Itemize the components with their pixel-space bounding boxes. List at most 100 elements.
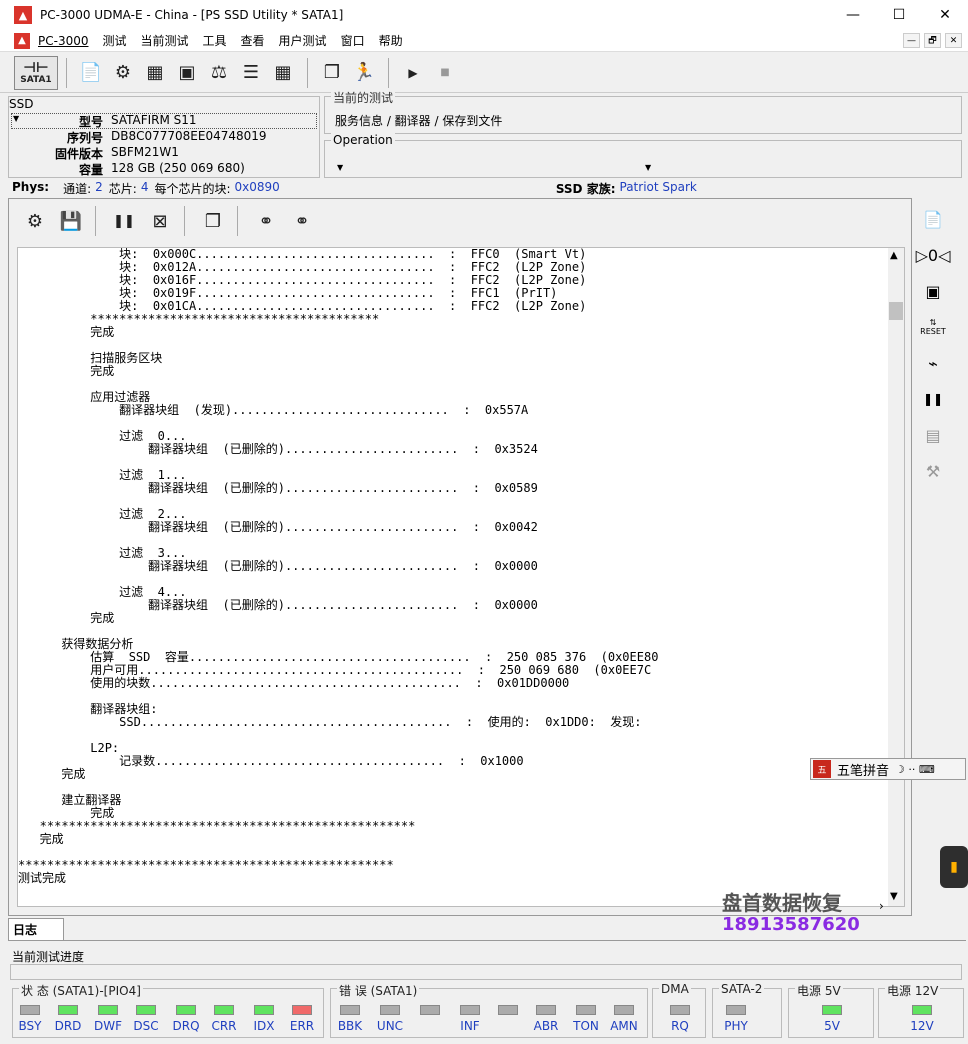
run-person-icon[interactable]: 🏃 xyxy=(348,57,380,89)
menu-test[interactable]: 测试 xyxy=(102,32,126,49)
pause-icon[interactable]: ❚❚ xyxy=(108,205,140,237)
toolbar-separator xyxy=(388,57,389,88)
copy-icon[interactable]: ❐ xyxy=(197,205,229,237)
scroll-down-icon[interactable]: ▼ xyxy=(890,891,898,902)
ime-label[interactable]: 五笔拼音 xyxy=(837,760,889,779)
led-drq: DRQ xyxy=(169,1005,203,1033)
close-button[interactable]: ✕ xyxy=(922,0,968,30)
horizontal-scroll-right-icon[interactable]: › xyxy=(879,899,884,913)
led-blank xyxy=(491,1005,525,1019)
error-legend: 错 误 (SATA1) xyxy=(337,982,420,999)
led-inf: INF xyxy=(453,1005,487,1033)
info-doc-icon[interactable]: 📄 xyxy=(75,57,107,89)
led-label: 12V xyxy=(910,1019,934,1033)
usb-drive-icon[interactable]: ▮ xyxy=(940,846,968,888)
led-label: CRR xyxy=(211,1019,237,1033)
toolbar-separator xyxy=(237,206,238,236)
reset-icon[interactable]: ⇅ RESET xyxy=(918,312,948,342)
led-crr: CRR xyxy=(207,1005,241,1033)
sata2-legend: SATA-2 xyxy=(719,982,765,996)
mdi-restore-button[interactable]: 🗗 xyxy=(924,33,941,48)
binoculars-next-icon[interactable]: ⚭ xyxy=(286,205,318,237)
copy-windows-icon[interactable]: ❐ xyxy=(316,57,348,89)
list-icon[interactable]: ☰ xyxy=(235,57,267,89)
binoculars-icon[interactable]: ⚭ xyxy=(250,205,282,237)
menu-current-test[interactable]: 当前测试 xyxy=(141,32,189,49)
led-lamp xyxy=(726,1005,746,1015)
log-line: SSD.....................................… xyxy=(18,715,642,729)
led-amn: AMN xyxy=(607,1005,641,1033)
menu-tools[interactable]: 工具 xyxy=(203,32,227,49)
app-logo-icon[interactable]: ▲ xyxy=(14,6,32,24)
power-zero-icon[interactable]: ▷0◁ xyxy=(916,240,951,270)
toolbar-separator xyxy=(95,206,96,236)
led-label: RQ xyxy=(671,1019,689,1033)
toolbar-separator xyxy=(184,206,185,236)
led-drd: DRD xyxy=(51,1005,85,1033)
firmware-value: SBFM21W1 xyxy=(111,145,179,159)
switch-icon[interactable]: ⌁ xyxy=(918,348,948,378)
tab-log[interactable]: 日志 xyxy=(8,918,64,940)
chip-board-icon[interactable]: ▣ xyxy=(171,57,203,89)
log-line: 建立翻译器 xyxy=(18,793,122,807)
ssd-firmware-row: 固件版本 SBFM21W1 xyxy=(9,145,319,161)
led-label: PHY xyxy=(724,1019,748,1033)
mdi-close-button[interactable]: ✕ xyxy=(945,33,962,48)
tools-icon[interactable]: ⚒ xyxy=(918,456,948,486)
menu-view[interactable]: 查看 xyxy=(241,32,265,49)
log-line: 翻译器块组 (已删除的)........................ : 0… xyxy=(18,442,538,456)
scroll-up-icon[interactable]: ▲ xyxy=(890,250,898,261)
operation-dropdown-arrow-icon[interactable]: ▼ xyxy=(645,163,651,172)
led-abr: ABR xyxy=(529,1005,563,1033)
scale-icon[interactable]: ⚖ xyxy=(203,57,235,89)
led-lamp xyxy=(98,1005,118,1015)
led-lamp xyxy=(176,1005,196,1015)
tab-divider xyxy=(8,940,966,941)
settings-gear-icon[interactable]: ⚙ xyxy=(107,57,139,89)
toolbar-separator xyxy=(66,57,67,88)
chip-arrow-icon[interactable]: ▤ xyxy=(918,420,948,450)
chip-icon[interactable]: ▣ xyxy=(918,276,948,306)
log-toolbar: ⚙ 💾 ❚❚ ⊠ ❐ ⚭ ⚭ xyxy=(9,199,911,243)
grid-icon[interactable]: ▦ xyxy=(267,57,299,89)
led-blank xyxy=(413,1005,447,1019)
minimize-button[interactable]: — xyxy=(830,0,876,30)
mdi-minimize-button[interactable]: — xyxy=(903,33,920,48)
log-line: 完成 xyxy=(18,364,115,378)
menu-window[interactable]: 窗口 xyxy=(341,32,365,49)
log-line: 翻译器块组 (已删除的)........................ : 0… xyxy=(18,598,538,612)
ssd-capacity-row: 容量 128 GB (250 069 680) xyxy=(9,161,319,177)
chips-icon[interactable]: ▦ xyxy=(139,57,171,89)
led-lamp xyxy=(340,1005,360,1015)
ime-symbols[interactable]: ☽ ·· ⌨ xyxy=(895,763,935,776)
save-icon[interactable]: 💾 xyxy=(55,205,87,237)
delete-save-icon[interactable]: ⊠ xyxy=(144,205,176,237)
menu-help[interactable]: 帮助 xyxy=(379,32,403,49)
stop-icon[interactable]: ■ xyxy=(429,57,461,89)
menu-user-test[interactable]: 用户测试 xyxy=(279,32,327,49)
current-test-path: 服务信息 / 翻译器 / 保存到文件 xyxy=(335,114,503,128)
settings-icon[interactable]: ⚙ xyxy=(19,205,51,237)
vertical-scrollbar[interactable]: ▲ ▼ xyxy=(888,248,904,906)
blocks-label: 每个芯片的块: xyxy=(154,182,231,196)
info-doc-icon[interactable]: 📄 xyxy=(918,204,948,234)
menu-pc3000[interactable]: PC-3000 xyxy=(38,34,88,48)
led-lamp xyxy=(614,1005,634,1015)
play-icon[interactable]: ▶ xyxy=(397,57,429,89)
led-5v: 5V xyxy=(815,1005,849,1033)
maximize-button[interactable]: ☐ xyxy=(876,0,922,30)
phys-info: Phys: 通道: 2 芯片: 4 每个芯片的块: 0x0890 SSD 家族:… xyxy=(12,180,697,196)
log-output[interactable]: 块: 0x000C...............................… xyxy=(17,247,905,907)
ime-logo-icon[interactable]: 五 xyxy=(813,760,831,778)
phys-label: Phys: xyxy=(12,180,50,194)
mdi-app-icon[interactable]: ▲ xyxy=(14,32,30,49)
scroll-thumb[interactable] xyxy=(889,302,903,320)
error-group: 错 误 (SATA1) BBK UNC INF ABR TON AMN xyxy=(330,982,648,1038)
window-title: PC-3000 UDMA-E - China - [PS SSD Utility… xyxy=(40,8,344,22)
status-legend: 状 态 (SATA1)-[PIO4] xyxy=(19,982,143,999)
operation-dropdown-arrow-icon[interactable]: ▼ xyxy=(337,163,343,172)
pause-icon[interactable]: ❚❚ xyxy=(918,384,948,414)
sata-port-button[interactable]: ⊣⊢ SATA1 xyxy=(14,55,58,90)
led-lamp xyxy=(380,1005,400,1015)
current-test-panel: 当前的测试 服务信息 / 翻译器 / 保存到文件 xyxy=(324,89,962,134)
